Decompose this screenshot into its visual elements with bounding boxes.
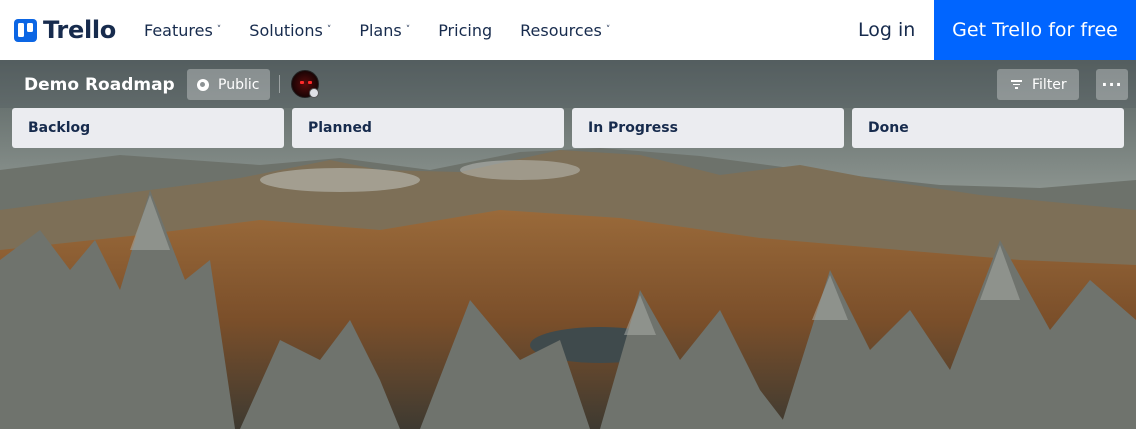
menu-item-label: Pricing [438,20,493,40]
board-title[interactable]: Demo Roadmap [24,75,175,95]
login-link[interactable]: Log in [858,0,915,60]
more-options-button[interactable]: ··· [1096,69,1128,100]
list-title: Planned [308,120,372,136]
list-in-progress[interactable]: In Progress [572,108,844,148]
header-divider [279,75,280,93]
menu-item-label: Features [144,20,213,40]
avatar-eye-left [300,81,304,84]
menu-item-resources[interactable]: Resources ˅ [520,21,610,40]
menu-item-label: Solutions [249,20,323,40]
chevron-down-icon: ˅ [326,25,332,35]
filter-button[interactable]: Filter [997,69,1079,100]
avatar-eye-right [308,81,312,84]
visibility-button[interactable]: Public [187,69,270,100]
visibility-label: Public [218,76,260,93]
get-trello-free-button[interactable]: Get Trello for free [934,0,1136,60]
admin-badge-icon [309,88,319,98]
menu-item-label: Resources [520,20,602,40]
filter-icon [1011,79,1022,90]
chevron-down-icon: ˅ [405,25,411,35]
list-planned[interactable]: Planned [292,108,564,148]
filter-label: Filter [1032,76,1067,93]
menu-item-plans[interactable]: Plans ˅ [359,21,410,40]
list-title: Done [868,120,909,136]
member-avatar[interactable] [291,70,319,98]
menu-item-solutions[interactable]: Solutions ˅ [249,21,331,40]
board-header: Demo Roadmap Public [0,60,1136,108]
list-title: In Progress [588,120,678,136]
list-done[interactable]: Done [852,108,1124,148]
trello-logo-icon [14,18,37,42]
trello-logo[interactable]: Trello [14,16,116,44]
list-title: Backlog [28,120,91,136]
chevron-down-icon: ˅ [605,25,611,35]
top-navigation: Trello Features ˅ Solutions ˅ Plans ˅ Pr… [0,0,1136,60]
menu-item-features[interactable]: Features ˅ [144,21,221,40]
brand-name: Trello [43,16,116,44]
main-menu: Features ˅ Solutions ˅ Plans ˅ Pricing R… [144,21,638,40]
list-backlog[interactable]: Backlog [12,108,284,148]
ellipsis-icon: ··· [1101,75,1123,94]
menu-item-pricing[interactable]: Pricing [438,21,492,40]
chevron-down-icon: ˅ [216,25,222,35]
menu-item-label: Plans [359,20,402,40]
globe-icon [197,78,209,91]
